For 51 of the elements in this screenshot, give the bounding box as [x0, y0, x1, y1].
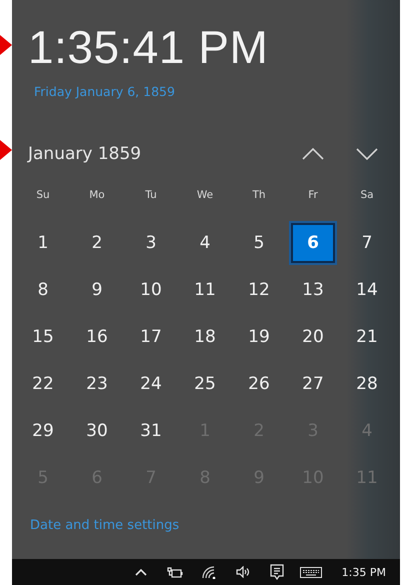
weekday-label: Fr	[308, 189, 318, 201]
calendar-day[interactable]: 20	[291, 316, 335, 356]
calendar-day[interactable]: 13	[291, 270, 335, 310]
annotation-arrow	[0, 35, 12, 55]
calendar-day[interactable]: 10	[129, 270, 173, 310]
weekday-label: Tu	[145, 189, 157, 201]
calendar-day[interactable]: 26	[237, 364, 281, 404]
calendar-day[interactable]: 12	[237, 270, 281, 310]
weekday-label: Su	[36, 189, 50, 201]
calendar-day[interactable]: 15	[21, 316, 65, 356]
wifi-icon	[202, 566, 216, 578]
calendar-day[interactable]: 4	[183, 222, 227, 262]
calendar-day[interactable]: 7	[345, 222, 389, 262]
calendar-day[interactable]: 29	[21, 410, 65, 450]
chevron-up-icon	[134, 568, 147, 576]
keyboard-icon	[300, 566, 322, 578]
annotation-arrow	[0, 140, 12, 160]
weekday-label: Mo	[89, 189, 105, 201]
weekday-label: We	[196, 189, 214, 201]
calendar-day[interactable]: 14	[345, 270, 389, 310]
calendar-day[interactable]: 18	[183, 316, 227, 356]
calendar-day[interactable]: 25	[183, 364, 227, 404]
weekday-label: Th	[252, 189, 266, 201]
calendar-day[interactable]: 5	[237, 222, 281, 262]
chevron-up-icon	[302, 148, 324, 160]
calendar-day[interactable]: 23	[75, 364, 119, 404]
calendar-day[interactable]: 6	[291, 222, 335, 262]
chevron-down-icon	[356, 148, 378, 160]
calendar-day[interactable]: 24	[129, 364, 173, 404]
calendar-day[interactable]: 11	[183, 270, 227, 310]
calendar-day[interactable]: 28	[345, 364, 389, 404]
calendar-day[interactable]: 2	[75, 222, 119, 262]
calendar-day[interactable]: 3	[129, 222, 173, 262]
message-icon	[270, 564, 284, 580]
calendar-day[interactable]: 22	[21, 364, 65, 404]
clock-time: 1:35:41 PM	[28, 20, 270, 74]
calendar-day[interactable]: 1	[21, 222, 65, 262]
calendar-day[interactable]: 9	[75, 270, 119, 310]
battery-plug-icon	[166, 566, 183, 578]
calendar-day[interactable]: 8	[21, 270, 65, 310]
calendar-day[interactable]: 27	[291, 364, 335, 404]
calendar-day[interactable]: 30	[75, 410, 119, 450]
calendar-day[interactable]: 17	[129, 316, 173, 356]
calendar-day[interactable]: 21	[345, 316, 389, 356]
taskbar-clock[interactable]: 1:35 PM	[342, 566, 386, 578]
calendar-day[interactable]: 19	[237, 316, 281, 356]
calendar-day[interactable]: 16	[75, 316, 119, 356]
speaker-icon	[236, 566, 250, 578]
month-title[interactable]: January 1859	[28, 144, 286, 164]
weekday-label: Sa	[360, 189, 374, 201]
calendar-day[interactable]: 31	[129, 410, 173, 450]
